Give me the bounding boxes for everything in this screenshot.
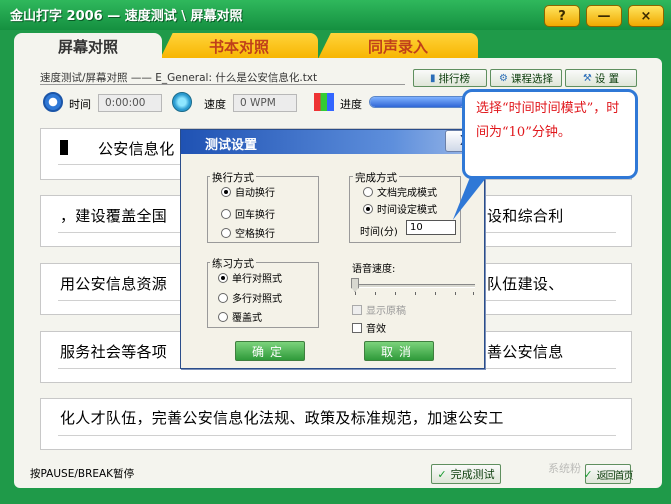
ok-button[interactable]: 确定 xyxy=(235,341,305,361)
text-cursor xyxy=(60,140,68,155)
option-label: 显示原稿 xyxy=(366,306,406,317)
settings-button[interactable]: ⚒ 设 置 xyxy=(565,69,637,87)
practice-mode-title: 练习方式 xyxy=(210,256,256,271)
ranking-label: 排行榜 xyxy=(438,72,471,85)
file-info: 速度测试/屏幕对照 —— E_General: 什么是公安信息化.txt xyxy=(40,70,405,85)
option-label: 音效 xyxy=(366,324,386,335)
test-settings-dialog xyxy=(180,129,485,369)
minimize-button[interactable]: — xyxy=(586,5,622,27)
help-button[interactable]: ? xyxy=(544,5,580,27)
row-text-2-right: 设和综合利 xyxy=(487,207,564,225)
finish-test-button[interactable]: ✓ 完成测试 xyxy=(431,464,501,484)
minimize-icon: — xyxy=(597,8,611,24)
settings-icon: ⚒ xyxy=(582,72,592,84)
slider-tick xyxy=(395,292,396,295)
progress-icon xyxy=(314,93,334,111)
row-text-4-right: 善公安信息 xyxy=(487,343,564,361)
course-icon: ⚙ xyxy=(499,72,508,84)
ranking-button[interactable]: ▮ 排行榜 xyxy=(413,69,487,87)
course-select-button[interactable]: ⚙ 课程选择 xyxy=(490,69,562,87)
show-source-checkbox[interactable]: 显示原稿 xyxy=(352,302,406,317)
slider-tick xyxy=(455,292,456,295)
help-icon: ? xyxy=(558,8,566,24)
settings-label: 设 置 xyxy=(594,72,620,85)
option-label: 回车换行 xyxy=(235,210,275,221)
row-text-5: 化人才队伍，完善公安信息化法规、政策及标准规范，加速公安工 xyxy=(60,409,504,427)
row-text-3-right: 队伍建设、 xyxy=(487,275,564,293)
ranking-icon: ▮ xyxy=(429,72,436,84)
radio-indicator xyxy=(221,186,231,197)
checkbox-indicator xyxy=(352,304,362,315)
tab-simultaneous-input[interactable]: 同声录入 xyxy=(318,33,478,59)
option-label: 单行对照式 xyxy=(232,274,282,285)
radio-space-wrap[interactable]: 空格换行 xyxy=(221,225,275,240)
line-mode-title: 换行方式 xyxy=(210,170,256,185)
option-label: 文档完成模式 xyxy=(377,188,437,199)
close-icon: × xyxy=(640,8,652,24)
sound-effect-checkbox[interactable]: 音效 xyxy=(352,320,386,335)
progress-fill xyxy=(370,97,465,107)
checkbox-indicator xyxy=(352,322,362,333)
speed-value: 0 WPM xyxy=(233,94,297,112)
option-label: 自动换行 xyxy=(235,188,275,199)
slider-tick xyxy=(415,292,416,295)
option-label: 覆盖式 xyxy=(232,313,262,324)
speed-label: 速度 xyxy=(204,98,226,111)
slider-tick xyxy=(473,292,474,295)
time-minutes-input[interactable]: 10 xyxy=(406,220,456,235)
tab-book-compare[interactable]: 书本对照 xyxy=(160,33,318,59)
check-icon: ✓ xyxy=(583,467,593,481)
input-line xyxy=(58,435,616,436)
radio-multi-line[interactable]: 多行对照式 xyxy=(218,290,282,305)
pause-hint: 按PAUSE/BREAK暂停 xyxy=(30,468,135,480)
close-button[interactable]: × xyxy=(628,5,664,27)
radio-indicator xyxy=(363,203,373,214)
radio-enter-wrap[interactable]: 回车换行 xyxy=(221,206,275,221)
time-label: 时间 xyxy=(69,98,91,111)
tab-screen-compare[interactable]: 屏幕对照 xyxy=(14,33,162,59)
radio-indicator xyxy=(363,186,373,197)
radio-indicator xyxy=(218,311,228,322)
progress-bar xyxy=(369,96,471,108)
callout-text: 选择“时间时间模式”，时间为“10”分钟。 xyxy=(476,101,620,140)
finish-mode-title: 完成方式 xyxy=(353,170,399,185)
slider-tick xyxy=(375,292,376,295)
radio-indicator xyxy=(218,292,228,303)
finish-label: 完成测试 xyxy=(450,468,495,481)
slider-tick xyxy=(435,292,436,295)
speed-icon xyxy=(172,92,192,112)
watermark: 系统粉 xyxy=(548,462,581,475)
radio-document-mode[interactable]: 文档完成模式 xyxy=(363,184,437,199)
option-label: 多行对照式 xyxy=(232,294,282,305)
course-label: 课程选择 xyxy=(510,72,553,85)
slider-tick xyxy=(355,292,356,295)
voice-speed-slider[interactable] xyxy=(351,284,475,288)
radio-time-mode[interactable]: 时间设定模式 xyxy=(363,201,437,216)
back-label: 返回首页 xyxy=(596,470,634,482)
option-label: 空格换行 xyxy=(235,229,275,240)
clock-icon xyxy=(43,92,63,112)
radio-indicator xyxy=(221,227,231,238)
dialog-title: 测试设置 xyxy=(205,138,258,153)
radio-indicator xyxy=(218,272,228,283)
progress-label: 进度 xyxy=(340,98,362,111)
time-minutes-label: 时间(分) xyxy=(360,227,398,238)
back-home-button[interactable]: ✓ 返回首页 xyxy=(583,464,634,484)
option-label: 时间设定模式 xyxy=(377,205,437,216)
cancel-button[interactable]: 取消 xyxy=(364,341,434,361)
radio-auto-wrap[interactable]: 自动换行 xyxy=(221,184,275,199)
voice-speed-label: 语音速度: xyxy=(352,264,396,275)
app-title: 金山打字 2006 — 速度测试 \ 屏幕对照 xyxy=(10,9,243,24)
radio-indicator xyxy=(221,208,231,219)
time-value: 0:00:00 xyxy=(98,94,162,112)
radio-overlay[interactable]: 覆盖式 xyxy=(218,309,262,324)
check-icon: ✓ xyxy=(437,467,447,481)
radio-single-line[interactable]: 单行对照式 xyxy=(218,270,282,285)
